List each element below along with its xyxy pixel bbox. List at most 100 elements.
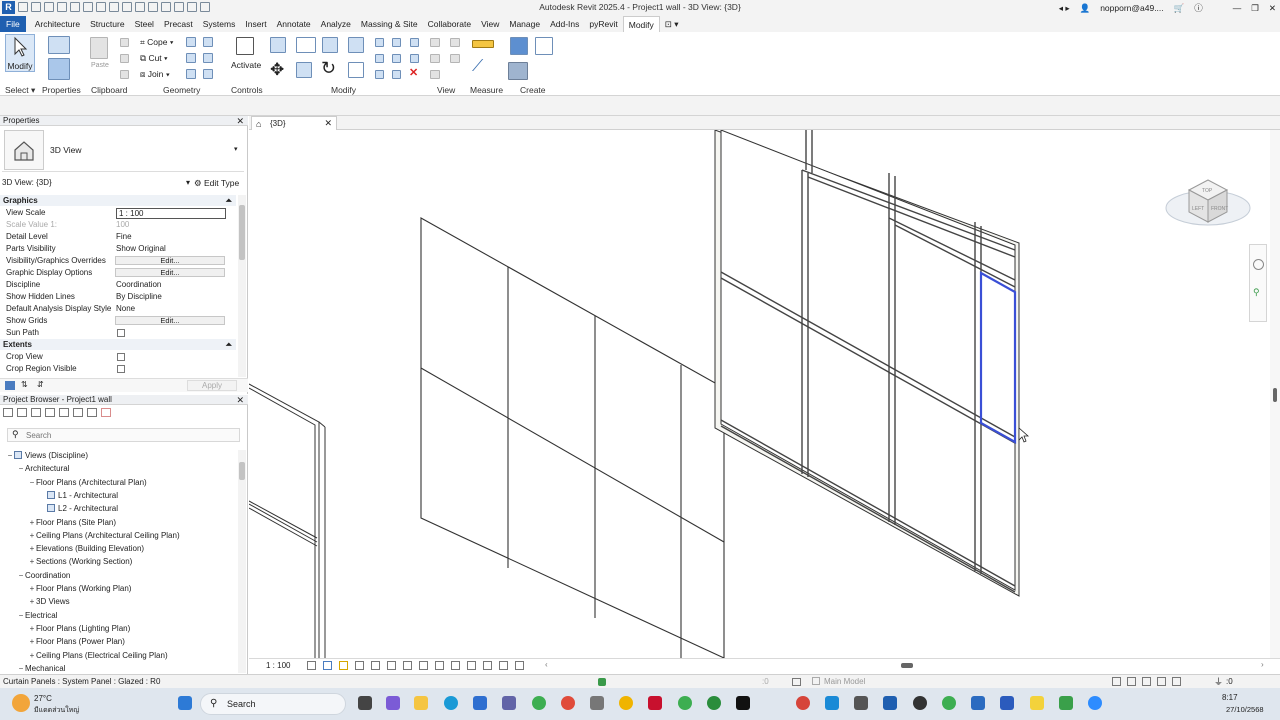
chrome-3-icon[interactable] (619, 696, 633, 710)
revit-2-icon[interactable] (971, 696, 985, 710)
scale-icon[interactable] (392, 54, 401, 63)
properties-scrollbar[interactable] (238, 195, 246, 377)
render-icon[interactable] (371, 661, 380, 670)
browser-tree-node[interactable]: − Views (Discipline) (6, 450, 88, 462)
expand-icon[interactable]: + (28, 543, 36, 555)
type-properties-icon[interactable] (48, 36, 70, 54)
chrome-2-icon[interactable] (561, 696, 575, 710)
browser-tree-node[interactable]: + Elevations (Building Elevation) (28, 543, 144, 555)
tab-file[interactable]: File (0, 16, 26, 32)
tab-architecture[interactable]: Architecture (30, 16, 85, 32)
tab-insert[interactable]: Insert (240, 16, 271, 32)
browser-scroll-thumb[interactable] (239, 462, 245, 480)
clock-date[interactable]: 27/10/2568 (1226, 705, 1264, 714)
override-graphics-icon[interactable] (450, 38, 460, 47)
view-scale[interactable]: 1 : 100 (266, 661, 290, 670)
modify-tool-button[interactable]: Modify (5, 34, 35, 72)
restore-icon[interactable]: ❐ (1251, 3, 1259, 14)
temp-hide-icon[interactable] (435, 661, 444, 670)
collapse-icon[interactable]: − (17, 463, 25, 475)
teams-icon[interactable] (502, 696, 516, 710)
browser-search-box[interactable]: ⚲ (7, 428, 240, 442)
close-view-icon[interactable]: ✕ (324, 117, 332, 130)
capcut-icon[interactable] (736, 696, 750, 710)
apply-button[interactable]: Apply (187, 380, 237, 391)
type-selector[interactable]: 3D View ▾ (2, 128, 244, 172)
hide-icon[interactable] (430, 38, 440, 47)
horizontal-scroll-thumb[interactable] (901, 663, 913, 668)
edit-type-button[interactable]: ⚙ Edit Type (194, 177, 239, 189)
expand-icon[interactable]: + (28, 650, 36, 662)
mirror-draw-icon[interactable] (348, 37, 364, 53)
cut-button[interactable]: ⧉ Cut ▾ (140, 53, 168, 64)
collapse-icon[interactable]: − (17, 610, 25, 622)
main-model-select[interactable]: Main Model (812, 675, 962, 688)
browser-search-input[interactable] (26, 430, 226, 440)
type-dropdown-icon[interactable]: ▾ (234, 145, 238, 153)
browser-tree-node[interactable]: + Floor Plans (Power Plan) (28, 636, 125, 648)
geometry-tool-5-icon[interactable] (186, 69, 196, 79)
properties-icon[interactable] (48, 58, 70, 80)
property-edit-button[interactable]: Edit... (115, 316, 225, 325)
formit-icon[interactable] (1000, 696, 1014, 710)
user-name[interactable]: nopporn@a49.... (1100, 3, 1163, 13)
unlock-view-icon[interactable] (419, 661, 428, 670)
browser-tree-node[interactable]: L2 - Architectural (39, 503, 118, 515)
calculator-icon[interactable] (854, 696, 868, 710)
help-icon[interactable]: ⓘ (1194, 2, 1203, 14)
browser-tree-node[interactable]: + Floor Plans (Site Plan) (28, 517, 116, 529)
worksets-icon[interactable] (598, 678, 606, 686)
browser-home-icon[interactable] (3, 408, 13, 417)
activate-icon[interactable] (236, 37, 254, 55)
geometry-tool-4-icon[interactable] (203, 53, 213, 63)
expand-icon[interactable]: + (28, 556, 36, 568)
browser-tree-node[interactable]: + Floor Plans (Working Plan) (28, 583, 132, 595)
tab-modify[interactable]: Modify (622, 16, 660, 32)
files-icon[interactable] (590, 696, 604, 710)
acrobat-icon[interactable] (648, 696, 662, 710)
close-properties-icon[interactable]: ✕ (236, 116, 244, 126)
autocad-icon[interactable] (825, 696, 839, 710)
tab-collaborate[interactable]: Collaborate (423, 16, 476, 32)
scroll-right-icon[interactable]: › (1261, 660, 1264, 669)
cut-clipboard-icon[interactable] (120, 38, 129, 47)
sun-path-icon[interactable] (339, 661, 348, 670)
store-icon[interactable] (473, 696, 487, 710)
view-cube[interactable]: TOP LEFT FRONT (1165, 164, 1251, 236)
chrome-icon[interactable] (532, 696, 546, 710)
edge-icon[interactable] (444, 696, 458, 710)
split-icon[interactable] (375, 38, 384, 47)
cope-button[interactable]: ⌗ Cope ▾ (140, 37, 173, 48)
property-edit-button[interactable]: Edit... (115, 268, 225, 277)
expand-icon[interactable]: + (28, 636, 36, 648)
chrome-5-icon[interactable] (707, 696, 721, 710)
browser-tool-7-icon[interactable] (87, 408, 97, 417)
expand-icon[interactable]: + (28, 596, 36, 608)
browser-tool-3-icon[interactable] (31, 408, 41, 417)
detail-level-icon[interactable] (307, 661, 316, 670)
dimension-icon[interactable]: ⟋ (472, 58, 483, 76)
property-checkbox[interactable] (117, 353, 125, 361)
tab-analyze[interactable]: Analyze (316, 16, 356, 32)
section-graphics[interactable]: Graphics ⏶ (0, 195, 236, 206)
nav-arrows-icon[interactable]: ◂ ▸ (1059, 3, 1070, 14)
select-by-face-icon[interactable] (1157, 677, 1166, 686)
worksharing-display-icon[interactable] (483, 661, 492, 670)
browser-tool-6-icon[interactable] (73, 408, 83, 417)
tab-pyrevit[interactable]: pyRevit (584, 16, 622, 32)
close-browser-icon[interactable]: ✕ (236, 395, 244, 405)
crop-region-icon[interactable] (403, 661, 412, 670)
browser-tree-node[interactable]: + Floor Plans (Lighting Plan) (28, 623, 131, 635)
browser-tree-node[interactable]: + Ceiling Plans (Electrical Ceiling Plan) (28, 650, 168, 662)
chrome-4-icon[interactable] (678, 696, 692, 710)
canvas-scroll-track[interactable] (1270, 130, 1280, 658)
panel-select[interactable]: Select ▾ (5, 85, 35, 96)
expand-icon[interactable]: + (28, 517, 36, 529)
trim-single-icon[interactable] (375, 70, 384, 79)
delete-icon[interactable]: ✕ (409, 68, 419, 79)
minimize-icon[interactable]: — (1233, 3, 1242, 13)
tab-massing-site[interactable]: Massing & Site (356, 16, 423, 32)
user-icon[interactable]: 👤 (1080, 3, 1091, 14)
analytical-model-icon[interactable] (499, 661, 508, 670)
copy-icon[interactable] (120, 54, 129, 63)
